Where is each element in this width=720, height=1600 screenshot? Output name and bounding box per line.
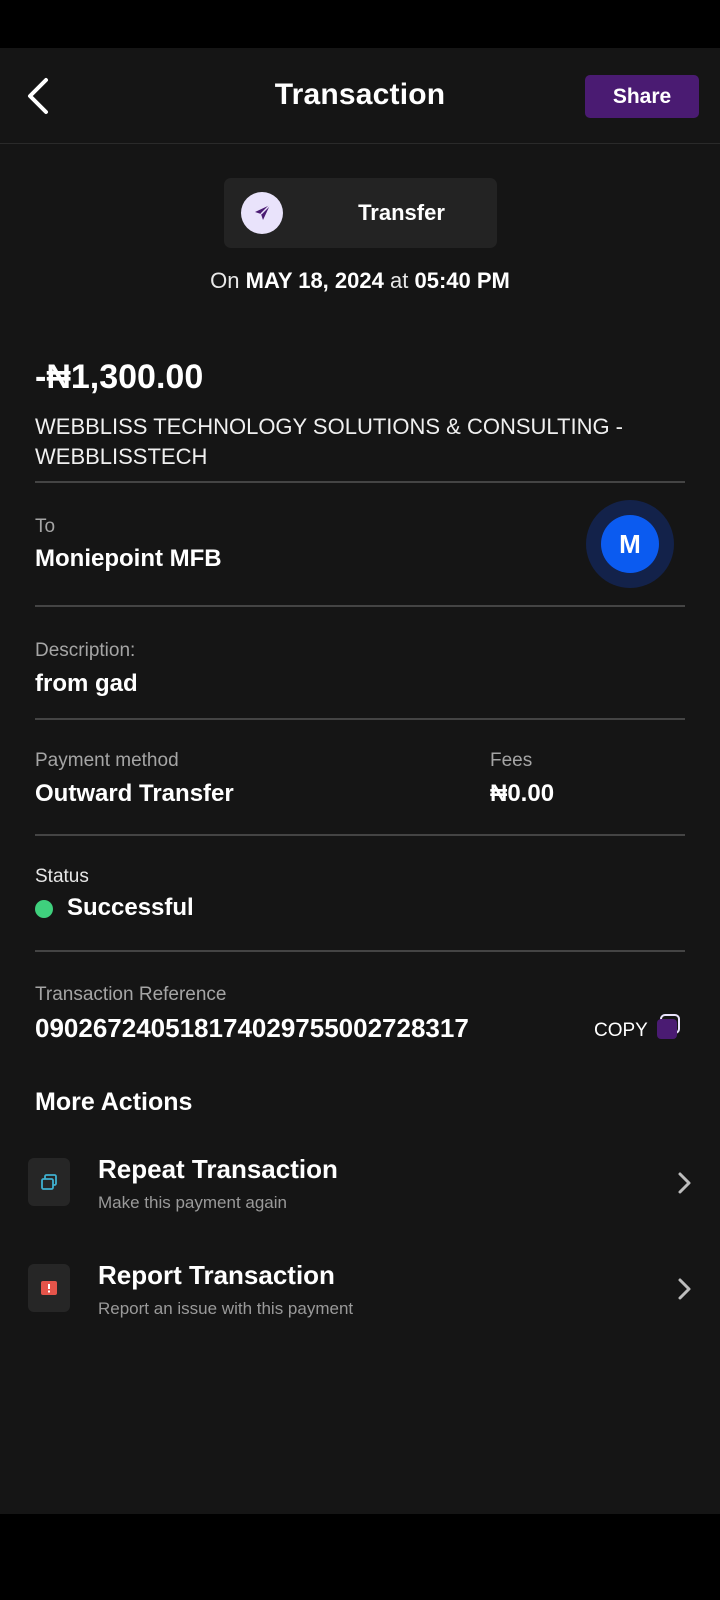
repeat-transaction-subtitle: Make this payment again: [98, 1193, 287, 1212]
to-value: Moniepoint MFB: [35, 545, 222, 572]
to-label: To: [35, 516, 56, 537]
divider: [35, 718, 685, 720]
divider: [35, 834, 685, 836]
recipient-name: WEBBLISS TECHNOLOGY SOLUTIONS & CONSULTI…: [35, 414, 624, 469]
report-transaction-title: Report Transaction: [98, 1260, 335, 1290]
repeat-transaction-row[interactable]: Repeat Transaction Make this payment aga…: [0, 1148, 720, 1238]
date-prefix: On: [210, 268, 240, 293]
status-value: Successful: [67, 894, 194, 921]
report-transaction-subtitle: Report an issue with this payment: [98, 1299, 354, 1318]
transaction-datetime: On MAY 18, 2024 at 05:40 PM: [0, 268, 720, 294]
description-value: from gad: [35, 670, 138, 697]
bank-logo-letter: M: [601, 515, 659, 573]
share-button[interactable]: Share: [585, 75, 699, 118]
transaction-type-chip: Transfer: [224, 178, 497, 248]
transaction-amount: -₦1,300.00: [35, 358, 204, 396]
bank-logo: M: [586, 500, 674, 588]
divider: [35, 950, 685, 952]
reference-label: Transaction Reference: [35, 984, 227, 1005]
copy-button[interactable]: COPY: [594, 1020, 648, 1042]
status-label: Status: [35, 866, 89, 887]
payment-method-label: Payment method: [35, 750, 179, 771]
system-navigation-bar: [0, 1514, 720, 1600]
divider: [35, 481, 685, 483]
status-bar: [0, 0, 720, 48]
fees-value: ₦0.00: [490, 780, 555, 807]
transaction-time: 05:40 PM: [414, 268, 510, 293]
payment-method-value: Outward Transfer: [35, 780, 234, 807]
transaction-date: MAY 18, 2024: [245, 268, 384, 293]
send-icon: [241, 192, 283, 234]
divider: [35, 605, 685, 607]
date-at: at: [389, 268, 409, 293]
chevron-right-icon: [678, 1172, 691, 1194]
status-success-dot: [35, 900, 53, 918]
fees-label: Fees: [490, 750, 533, 771]
more-actions-title: More Actions: [35, 1088, 193, 1116]
repeat-transaction-title: Repeat Transaction: [98, 1154, 338, 1184]
copy-icon[interactable]: [655, 1013, 683, 1041]
report-transaction-row[interactable]: Report Transaction Report an issue with …: [0, 1254, 720, 1344]
reference-value: 090267240518174029755002728317: [35, 1013, 469, 1043]
header: Transaction Share: [0, 48, 720, 144]
chevron-right-icon: [678, 1278, 691, 1300]
repeat-icon: [28, 1158, 70, 1206]
report-icon: [28, 1264, 70, 1312]
description-label: Description:: [35, 640, 136, 661]
transaction-screen: Transaction Share Transfer On MAY 18, 20…: [0, 48, 720, 1514]
transaction-type-label: Transfer: [358, 200, 445, 225]
